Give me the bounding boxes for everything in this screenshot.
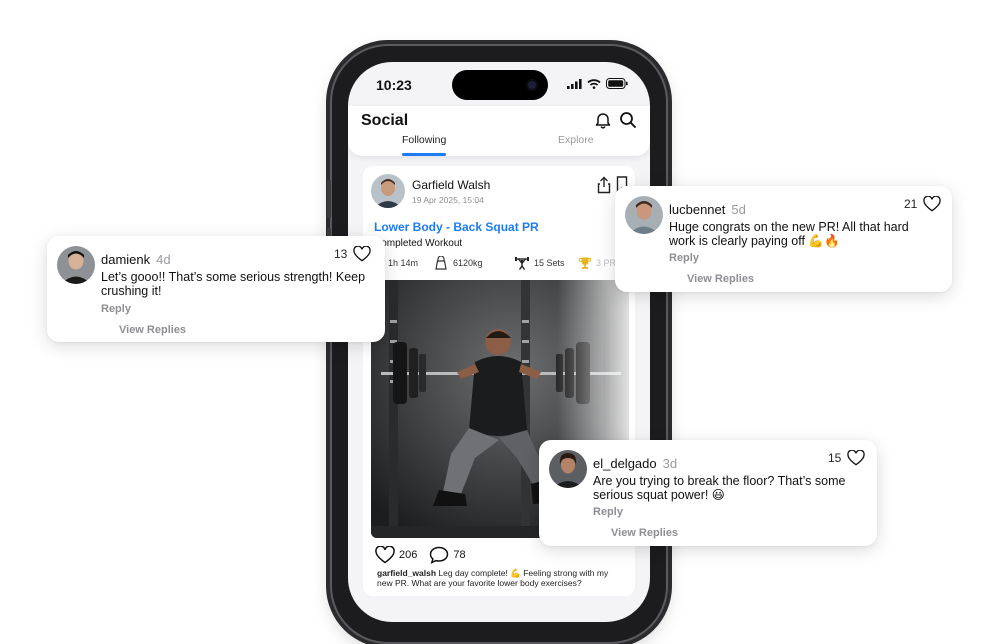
- heart-icon[interactable]: [923, 196, 942, 212]
- comment-username[interactable]: lucbennet: [669, 202, 725, 217]
- comment-card: el_delgado 3d Are you trying to break the…: [539, 440, 877, 546]
- status-bar: 10:23: [348, 62, 650, 106]
- comment-author[interactable]: lucbennet 5d: [669, 202, 746, 217]
- comment-age: 3d: [662, 456, 678, 471]
- caption-username[interactable]: garfield_walsh: [377, 568, 436, 578]
- comment-text: Are you trying to break the floor? That’…: [593, 474, 846, 502]
- comment-likes-count: 15: [828, 451, 842, 465]
- post-subtitle: Completed Workout: [374, 238, 463, 249]
- avatar[interactable]: [625, 196, 663, 234]
- post-author[interactable]: Garfield Walsh: [412, 178, 490, 192]
- stat-volume-value: 6120kg: [453, 258, 483, 268]
- stat-sets-value: 15 Sets: [534, 258, 565, 268]
- stat-duration-value: 1h 14m: [388, 257, 419, 268]
- wifi-icon: [587, 78, 601, 89]
- avatar[interactable]: [57, 246, 95, 284]
- heart-icon[interactable]: [375, 546, 395, 564]
- comment-username[interactable]: damienk: [101, 252, 150, 267]
- reactions-bar: 206 78: [375, 546, 466, 564]
- reply-button[interactable]: Reply: [593, 506, 623, 518]
- comment-likes: 21: [904, 196, 942, 212]
- post-caption: garfield_walsh Leg day complete! 💪 Feeli…: [377, 568, 623, 588]
- view-replies-button[interactable]: View Replies: [119, 324, 186, 336]
- kettlebell-icon: [435, 256, 447, 270]
- view-replies-button[interactable]: View Replies: [687, 273, 754, 285]
- stat-volume: 6120kg: [433, 256, 483, 270]
- comment-username[interactable]: el_delgado: [593, 456, 657, 471]
- comment-likes: 15: [828, 450, 866, 466]
- post-title[interactable]: Lower Body - Back Squat PR: [374, 220, 539, 234]
- comment-author[interactable]: damienk 4d: [101, 252, 171, 267]
- comment-icon[interactable]: [429, 546, 449, 564]
- share-icon[interactable]: [596, 176, 612, 194]
- signal-icon: [567, 78, 582, 89]
- active-tab-indicator: [402, 153, 446, 156]
- avatar[interactable]: [549, 450, 587, 488]
- comments-count: 78: [453, 549, 466, 561]
- comment-likes-count: 21: [904, 197, 918, 211]
- trophy-icon: [578, 257, 592, 269]
- status-time: 10:23: [376, 77, 412, 93]
- comment-likes: 13: [334, 246, 372, 262]
- reply-button[interactable]: Reply: [101, 303, 131, 315]
- workout-stats: 1h 14m 6120kg 15 Sets 3 PRs: [371, 256, 641, 272]
- comment-card: damienk 4d Let’s gooo!! That’s some serio…: [47, 236, 385, 342]
- phone-side-button: [327, 180, 331, 218]
- bell-icon[interactable]: [593, 110, 613, 130]
- tab-following[interactable]: Following: [402, 134, 446, 146]
- heart-icon[interactable]: [847, 450, 866, 466]
- status-icons: [567, 78, 628, 89]
- app-header: Social Following Explore: [348, 106, 650, 156]
- heart-icon[interactable]: [353, 246, 372, 262]
- comment-card: lucbennet 5d Huge congrats on the new PR!…: [615, 186, 952, 292]
- dynamic-island: [452, 70, 548, 100]
- comment-age: 5d: [731, 202, 746, 217]
- battery-icon: [606, 78, 628, 89]
- post-date: 19 Apr 2025, 15:04: [412, 195, 484, 205]
- comment-age: 4d: [156, 252, 171, 267]
- stat-sets: 15 Sets: [514, 256, 565, 270]
- weightlifter-icon: [515, 257, 529, 270]
- comment-text: Huge congrats on the new PR! All that ha…: [669, 220, 909, 248]
- comment-text: Let’s gooo!! That’s some serious strengt…: [101, 270, 366, 298]
- view-replies-button[interactable]: View Replies: [611, 527, 678, 539]
- page-title: Social: [361, 112, 409, 129]
- tab-explore[interactable]: Explore: [558, 134, 594, 146]
- likes-count: 206: [399, 549, 418, 561]
- comment-likes-count: 13: [334, 247, 348, 261]
- search-icon[interactable]: [618, 110, 638, 130]
- avatar[interactable]: [371, 174, 405, 208]
- reply-button[interactable]: Reply: [669, 252, 699, 264]
- comment-author[interactable]: el_delgado 3d: [593, 456, 677, 471]
